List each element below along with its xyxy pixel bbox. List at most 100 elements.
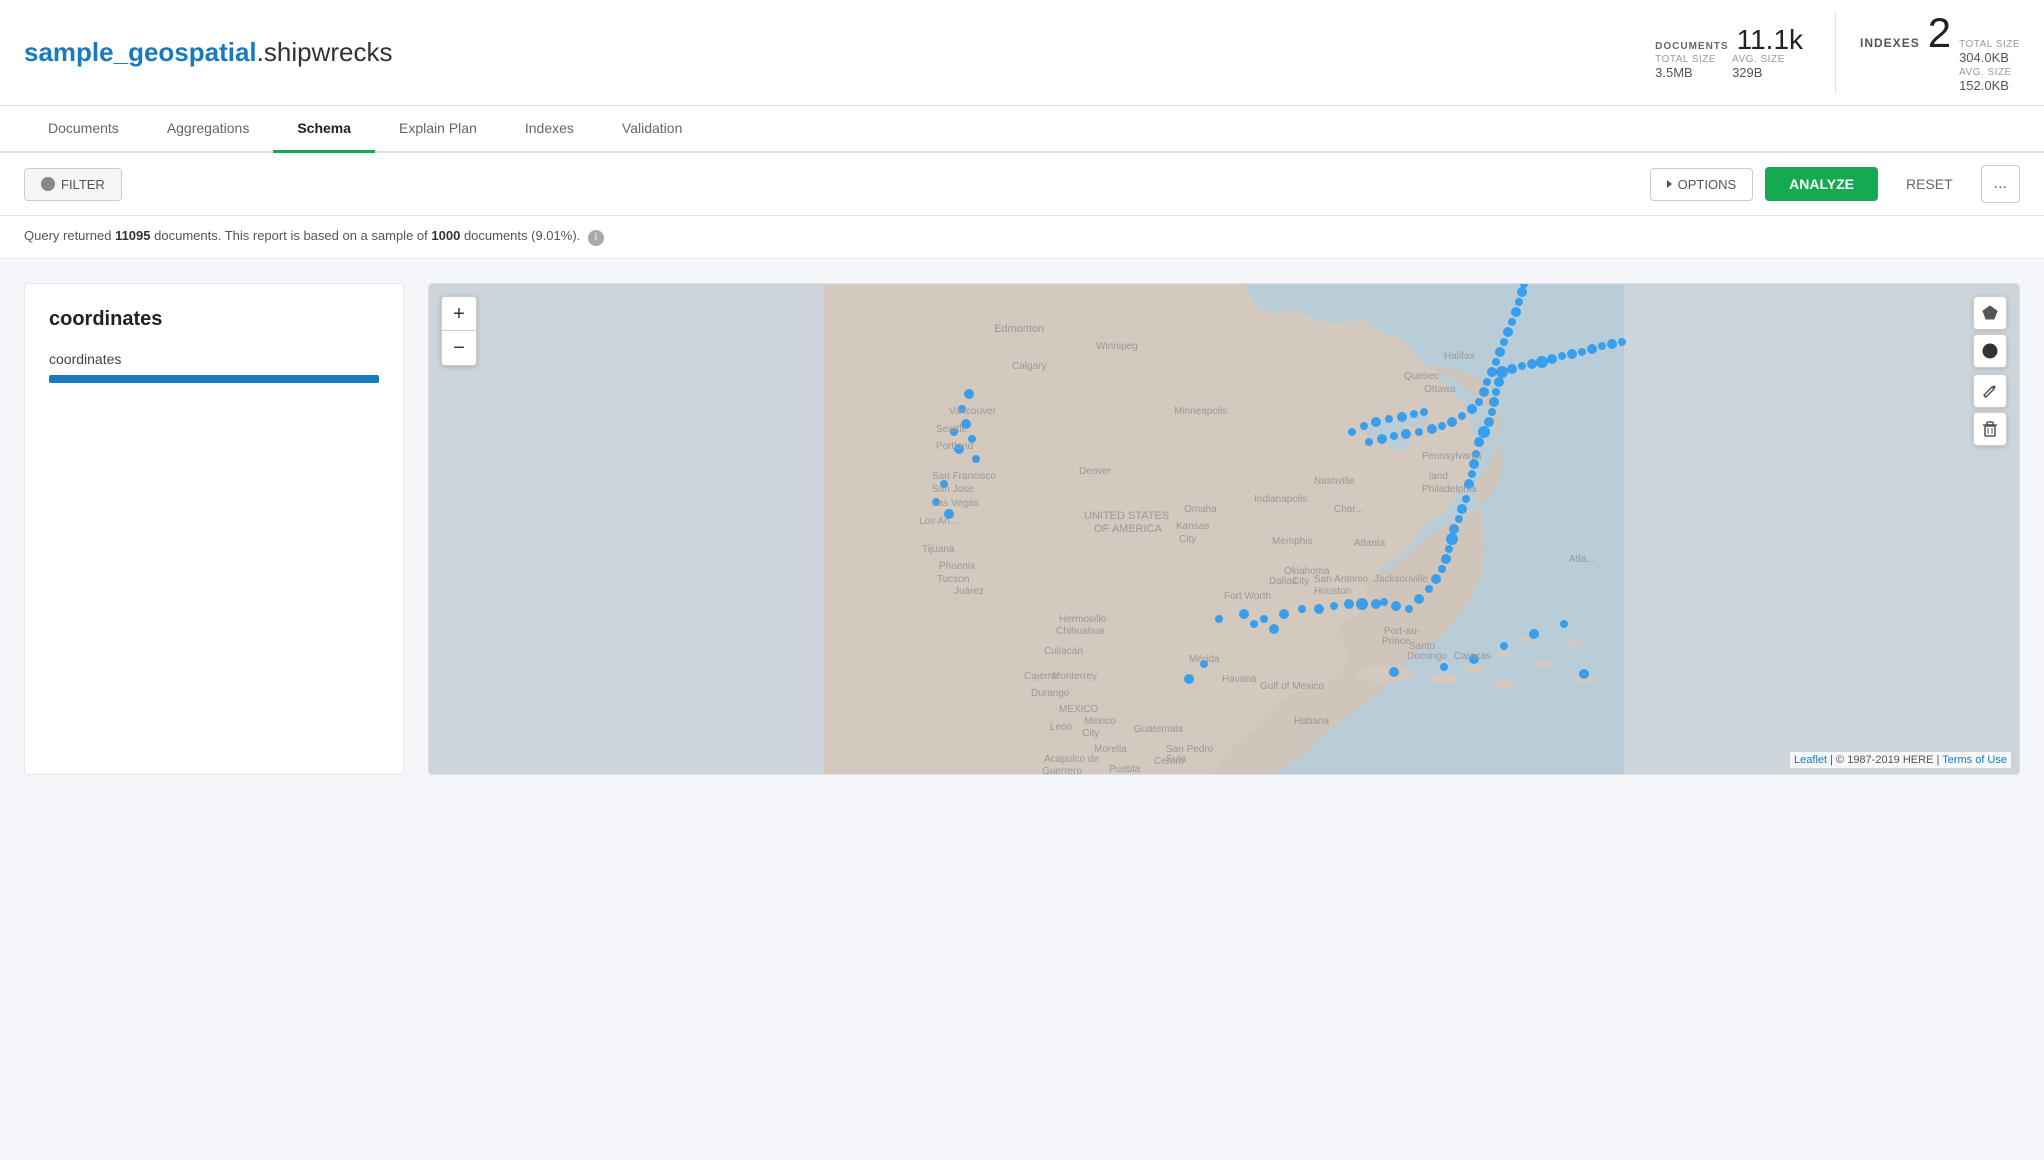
svg-text:Acapulco de: Acapulco de — [1044, 754, 1099, 765]
query-doc-count: 11095 — [115, 228, 150, 243]
indexes-avg-size: AVG. SIZE 152.0KB — [1959, 67, 2020, 93]
svg-text:León: León — [1050, 722, 1072, 733]
options-triangle-icon — [1667, 180, 1672, 188]
database-name[interactable]: sample_geospatial — [24, 37, 257, 67]
svg-text:Halifax: Halifax — [1444, 351, 1475, 362]
svg-text:Pennsylvania: Pennsylvania — [1422, 451, 1482, 462]
main-content: coordinates coordinates — [0, 259, 2044, 799]
svg-text:Guatemala: Guatemala — [1134, 724, 1183, 735]
analyze-button[interactable]: ANALYZE — [1765, 167, 1878, 201]
tab-explain-plan[interactable]: Explain Plan — [375, 106, 501, 153]
documents-value: 11.1k — [1737, 26, 1803, 54]
filter-button[interactable]: FILTER — [24, 168, 122, 201]
svg-text:Domingo: Domingo — [1407, 651, 1447, 662]
map-zoom-controls: + − — [441, 296, 477, 366]
svg-text:City: City — [1292, 576, 1309, 587]
avg-size-label: AVG. SIZE — [1732, 54, 1785, 65]
trash-icon — [1982, 421, 1998, 437]
svg-text:Vancouver: Vancouver — [949, 406, 997, 417]
edit-button[interactable] — [1973, 374, 2007, 408]
leaflet-map[interactable]: UNITED STATES OF AMERICA Edmonton Calgar… — [429, 284, 2019, 774]
svg-text:Monterrey: Monterrey — [1052, 671, 1097, 682]
reset-button[interactable]: RESET — [1890, 167, 1969, 201]
svg-text:Winnipeg: Winnipeg — [1096, 341, 1138, 352]
svg-text:Tucson: Tucson — [937, 574, 969, 585]
indexes-total-size-value: 304.0KB — [1959, 50, 2020, 65]
total-size-label: TOTAL SIZE — [1655, 54, 1716, 65]
svg-text:Ottawa: Ottawa — [1424, 384, 1456, 395]
svg-text:OF AMERICA: OF AMERICA — [1094, 523, 1163, 535]
svg-text:Jacksonville: Jacksonville — [1374, 574, 1428, 585]
app-header: sample_geospatial.shipwrecks DOCUMENTS 1… — [0, 0, 2044, 106]
svg-text:San Antonio: San Antonio — [1314, 574, 1368, 585]
tab-documents[interactable]: Documents — [24, 106, 143, 153]
indexes-stat: INDEXES 2 TOTAL SIZE 304.0KB AVG. SIZE 1… — [1835, 12, 2020, 93]
edit-icon — [1982, 383, 1998, 399]
query-middle: documents. This report is based on a sam… — [154, 228, 428, 243]
svg-text:Juárez: Juárez — [954, 586, 984, 597]
svg-text:Gulf of Mexico: Gulf of Mexico — [1260, 681, 1324, 692]
leaflet-link[interactable]: Leaflet — [1794, 754, 1827, 766]
svg-text:Caracas: Caracas — [1454, 651, 1491, 662]
svg-text:Phoenix: Phoenix — [939, 561, 975, 572]
info-icon[interactable]: i — [588, 230, 604, 246]
svg-text:Habana: Habana — [1294, 716, 1329, 727]
svg-text:Culiacán: Culiacán — [1044, 646, 1083, 657]
options-button[interactable]: OPTIONS — [1650, 168, 1754, 201]
field-name-label: coordinates — [49, 351, 379, 367]
svg-text:Mexico: Mexico — [1084, 716, 1116, 727]
query-prefix: Query returned — [24, 228, 111, 243]
svg-text:Portland: Portland — [936, 441, 973, 452]
indexes-total-size: TOTAL SIZE 304.0KB — [1959, 39, 2020, 65]
svg-text:Char...: Char... — [1334, 504, 1363, 515]
tab-aggregations[interactable]: Aggregations — [143, 106, 274, 153]
svg-text:Calgary: Calgary — [1012, 361, 1046, 372]
svg-text:Nashville: Nashville — [1314, 476, 1355, 487]
map-svg: UNITED STATES OF AMERICA Edmonton Calgar… — [429, 284, 2019, 774]
svg-text:Indianapolis: Indianapolis — [1254, 494, 1307, 505]
terms-of-use-link[interactable]: Terms of Use — [1942, 754, 2007, 766]
tab-validation[interactable]: Validation — [598, 106, 706, 153]
field-panel: coordinates coordinates — [24, 283, 404, 775]
circle-draw-button[interactable] — [1973, 334, 2007, 368]
map-draw-tools — [1973, 296, 2007, 368]
query-sample-count: 1000 — [431, 228, 460, 243]
svg-text:UNITED STATES: UNITED STATES — [1084, 510, 1169, 522]
query-suffix: documents (9.01%). — [464, 228, 580, 243]
tab-indexes[interactable]: Indexes — [501, 106, 598, 153]
indexes-value: 2 — [1928, 12, 1951, 54]
svg-text:Atlanta: Atlanta — [1354, 538, 1386, 549]
svg-text:Edmonton: Edmonton — [994, 323, 1044, 335]
query-info-bar: Query returned 11095 documents. This rep… — [0, 216, 2044, 259]
svg-text:Kansas: Kansas — [1176, 521, 1209, 532]
svg-text:Havana: Havana — [1222, 674, 1257, 685]
field-bar — [49, 375, 379, 383]
svg-text:City: City — [1179, 534, 1196, 545]
svg-text:San Jose: San Jose — [932, 484, 974, 495]
field-title: coordinates — [49, 308, 379, 331]
svg-text:Omaha: Omaha — [1184, 504, 1217, 515]
header-stats: DOCUMENTS 11.1k TOTAL SIZE 3.5MB AVG. SI… — [1655, 12, 2020, 93]
svg-text:Quebec: Quebec — [1404, 371, 1439, 382]
indexes-avg-size-value: 152.0KB — [1959, 78, 2020, 93]
svg-text:Fort Worth: Fort Worth — [1224, 591, 1271, 602]
polygon-icon — [1981, 304, 1999, 322]
zoom-in-button[interactable]: + — [442, 297, 476, 331]
map-attribution: Leaflet | © 1987-2019 HERE | Terms of Us… — [1790, 752, 2011, 768]
svg-text:Los An...: Los An... — [919, 516, 958, 527]
svg-text:Tijuana: Tijuana — [922, 544, 955, 555]
more-button[interactable]: ... — [1981, 165, 2020, 203]
tab-schema[interactable]: Schema — [273, 106, 375, 153]
delete-button[interactable] — [1973, 412, 2007, 446]
map-container: UNITED STATES OF AMERICA Edmonton Calgar… — [428, 283, 2020, 775]
documents-stat: DOCUMENTS 11.1k TOTAL SIZE 3.5MB AVG. SI… — [1655, 26, 1803, 80]
svg-text:Puebla: Puebla — [1109, 764, 1141, 774]
collection-name[interactable]: shipwrecks — [264, 37, 393, 67]
polygon-draw-button[interactable] — [1973, 296, 2007, 330]
avg-size-stat: AVG. SIZE 329B — [1732, 54, 1785, 80]
total-size-stat: TOTAL SIZE 3.5MB — [1655, 54, 1716, 80]
indexes-total-size-label: TOTAL SIZE — [1959, 39, 2020, 50]
svg-text:Mérida: Mérida — [1189, 654, 1220, 665]
database-title: sample_geospatial.shipwrecks — [24, 37, 392, 68]
zoom-out-button[interactable]: − — [442, 331, 476, 365]
